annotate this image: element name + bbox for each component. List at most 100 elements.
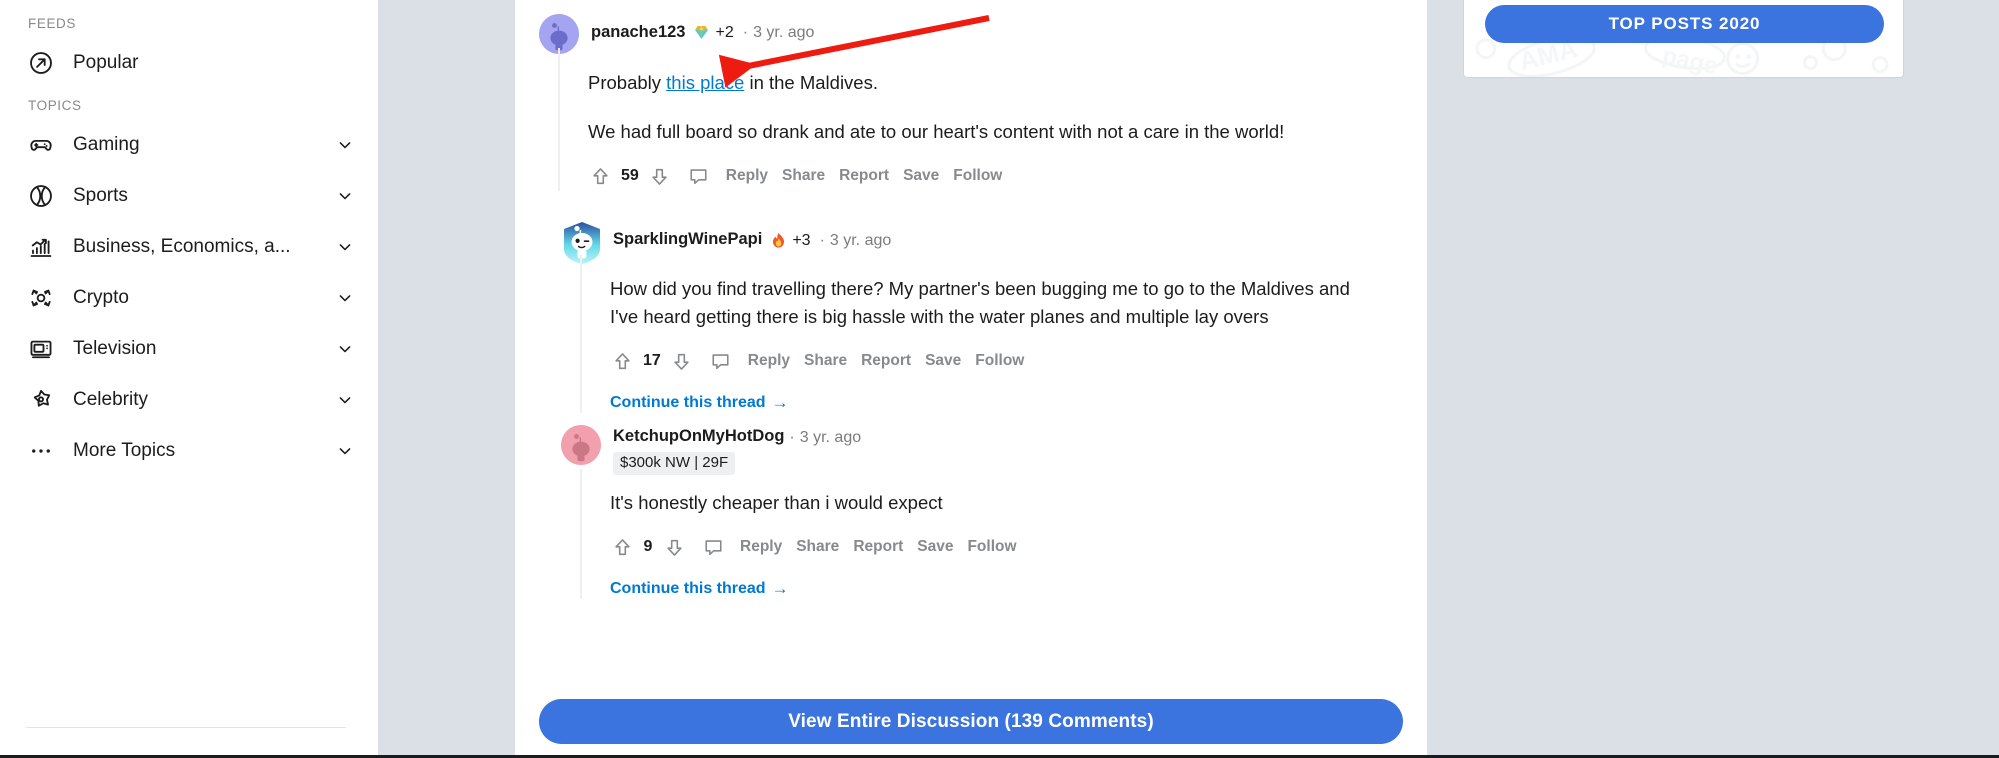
topics-section-label: TOPICS (28, 98, 82, 113)
sidebar-item-celebrity[interactable]: Celebrity (0, 374, 378, 425)
save-button[interactable]: Save (903, 167, 939, 185)
left-sidebar: FEEDS Popular TOPICS Gaming Sports Busin… (0, 0, 378, 758)
comment-header: panache123 +2 · 3 yr. ago (539, 14, 1403, 54)
sidebar-item-popular[interactable]: Popular (0, 37, 378, 88)
award-count: +2 (715, 24, 734, 42)
top-posts-card: AMA page TOP POSTS 2020 (1463, 0, 1904, 78)
sidebar-item-label: Gaming (73, 133, 140, 155)
follow-button[interactable]: Follow (967, 538, 1016, 556)
continue-thread-link[interactable]: Continue this thread → (610, 579, 789, 599)
view-all-discussion-container: View Entire Discussion (139 Comments) (515, 699, 1427, 744)
comment-author[interactable]: SparklingWinePapi (613, 230, 762, 250)
report-button[interactable]: Report (839, 167, 889, 185)
follow-button[interactable]: Follow (975, 352, 1024, 370)
chevron-down-icon[interactable] (334, 185, 356, 207)
comment-author[interactable]: panache123 (591, 23, 685, 43)
reply-button[interactable]: Reply (748, 352, 790, 370)
meta-separator: · (789, 428, 795, 446)
comment-meta: KetchupOnMyHotDog · 3 yr. ago $300k NW |… (613, 425, 861, 476)
sidebar-item-sports[interactable]: Sports (0, 170, 378, 221)
chevron-down-icon[interactable] (334, 389, 356, 411)
gem-award-icon[interactable] (692, 23, 711, 42)
top-posts-2020-button[interactable]: TOP POSTS 2020 (1485, 5, 1884, 43)
comment-body: Probably this place in the Maldives. We … (558, 47, 1403, 192)
feeds-section-label: FEEDS (28, 16, 77, 31)
flame-award-icon[interactable] (769, 231, 788, 250)
comment-timestamp: 3 yr. ago (753, 24, 815, 42)
bar-chart-icon (26, 232, 56, 262)
comment-bubble-icon[interactable] (700, 534, 726, 560)
comment-actions: 59 Reply Share Report Save Follow (588, 161, 1403, 191)
share-button[interactable]: Share (804, 352, 847, 370)
save-button[interactable]: Save (925, 352, 961, 370)
downvote-icon[interactable] (662, 535, 686, 559)
reply-button[interactable]: Reply (726, 167, 768, 185)
comment-meta: panache123 +2 · 3 yr. ago (591, 14, 814, 43)
star-icon (26, 385, 56, 415)
paragraph-text-before: Probably (588, 72, 667, 93)
comment-body: How did you find travelling there? My pa… (580, 255, 1403, 414)
reply-button[interactable]: Reply (740, 538, 782, 556)
chevron-down-icon[interactable] (334, 338, 356, 360)
report-button[interactable]: Report (861, 352, 911, 370)
user-flair-badge: $300k NW | 29F (613, 452, 736, 476)
comment-author[interactable]: KetchupOnMyHotDog (613, 427, 784, 447)
follow-button[interactable]: Follow (953, 167, 1002, 185)
comment-bubble-icon[interactable] (686, 163, 712, 189)
comments-list: panache123 +2 · 3 yr. ago Probably this … (515, 0, 1427, 758)
comment-thread-item: panache123 +2 · 3 yr. ago Probably this … (539, 14, 1403, 192)
comment-header: SparklingWinePapi +3 · 3 yr. ago (561, 221, 1403, 265)
baseball-icon (26, 181, 56, 211)
comment-thread-item: SparklingWinePapi +3 · 3 yr. ago How did… (561, 221, 1403, 414)
upvote-icon[interactable] (588, 164, 612, 188)
report-button[interactable]: Report (853, 538, 903, 556)
sidebar-divider (26, 727, 346, 728)
upvote-icon[interactable] (610, 349, 634, 373)
vote-count: 17 (643, 352, 661, 370)
sidebar-item-label: Popular (73, 51, 139, 73)
save-button[interactable]: Save (917, 538, 953, 556)
reddit-comments-page: FEEDS Popular TOPICS Gaming Sports Busin… (0, 0, 1999, 758)
comment-thread-item: KetchupOnMyHotDog · 3 yr. ago $300k NW |… (561, 425, 1403, 600)
downvote-icon[interactable] (670, 349, 694, 373)
avatar[interactable] (561, 425, 601, 466)
sidebar-item-label: Sports (73, 184, 128, 206)
chevron-down-icon[interactable] (334, 236, 356, 258)
svg-text:page: page (1660, 42, 1720, 78)
sidebar-item-gaming[interactable]: Gaming (0, 119, 378, 170)
continue-thread-label: Continue this thread (610, 580, 766, 598)
sidebar-item-crypto[interactable]: Crypto (0, 272, 378, 323)
sidebar-item-label: Television (73, 337, 157, 359)
vote-count: 9 (643, 538, 653, 556)
sidebar-item-television[interactable]: Television (0, 323, 378, 374)
ellipsis-icon (26, 436, 56, 466)
sidebar-item-business[interactable]: Business, Economics, a... (0, 221, 378, 272)
comment-paragraph: Probably this place in the Maldives. (588, 69, 1328, 97)
share-button[interactable]: Share (796, 538, 839, 556)
comment-header: KetchupOnMyHotDog · 3 yr. ago $300k NW |… (561, 425, 1403, 476)
upvote-icon[interactable] (610, 535, 634, 559)
comment-actions: 9 Reply Share Report Save Follow (610, 532, 1403, 562)
comment-paragraph: How did you find travelling there? My pa… (610, 278, 1350, 328)
external-link[interactable]: this place (666, 72, 744, 93)
downvote-icon[interactable] (648, 164, 672, 188)
comment-body: It's honestly cheaper than i would expec… (580, 469, 1403, 600)
arrow-right-icon: → (771, 579, 789, 599)
view-entire-discussion-button[interactable]: View Entire Discussion (139 Comments) (539, 699, 1403, 744)
crypto-icon (26, 283, 56, 313)
meta-separator: · (819, 231, 825, 249)
vote-count: 59 (621, 167, 639, 185)
chevron-down-icon[interactable] (334, 134, 356, 156)
sidebar-item-more-topics[interactable]: More Topics (0, 425, 378, 476)
comment-actions: 17 Reply Share Report Save Follow (610, 346, 1403, 376)
left-gutter (378, 0, 515, 758)
sidebar-item-label: Business, Economics, a... (73, 235, 291, 257)
comment-timestamp: 3 yr. ago (829, 231, 892, 249)
comment-bubble-icon[interactable] (708, 348, 734, 374)
chevron-down-icon[interactable] (334, 440, 356, 462)
share-button[interactable]: Share (782, 167, 825, 185)
continue-thread-link[interactable]: Continue this thread → (610, 393, 789, 413)
chevron-down-icon[interactable] (334, 287, 356, 309)
comment-paragraph: We had full board so drank and ate to ou… (588, 121, 1285, 143)
paragraph-text-after: in the Maldives. (744, 72, 878, 93)
